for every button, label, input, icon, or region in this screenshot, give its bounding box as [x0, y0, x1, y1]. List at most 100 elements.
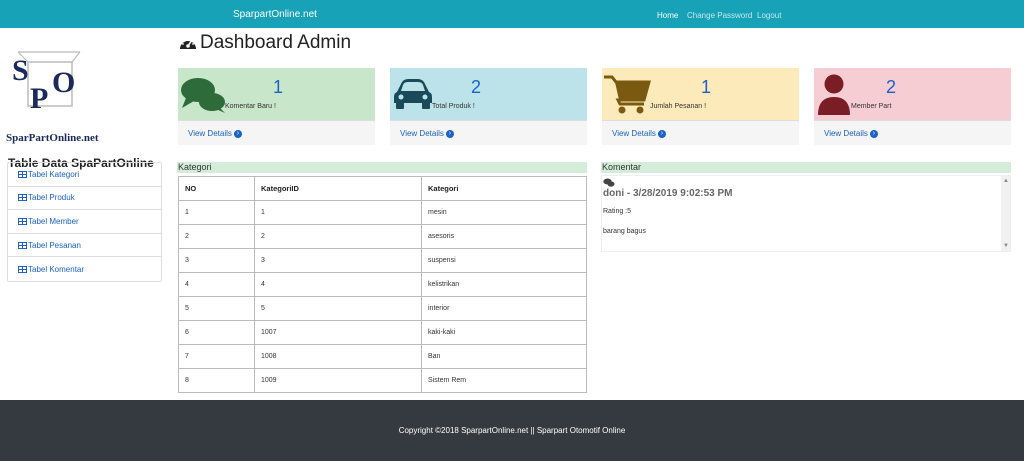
view-details-link[interactable]: View Details › [824, 129, 878, 138]
sidebar-item-label: Tabel Komentar [28, 264, 85, 274]
card-top: 1 Komentar Baru ! [178, 68, 375, 120]
komentar-panel: doni - 3/28/2019 9:02:53 PM Rating :5 ba… [601, 175, 1011, 252]
navbar-brand[interactable]: SparpartOnline.net [233, 9, 317, 20]
card-member: 2 Member Part View Details › [814, 68, 1011, 145]
arrow-circle-right-icon: › [445, 129, 454, 138]
table-icon [18, 241, 27, 249]
card-top: 2 Member Part [814, 68, 1011, 120]
page-title: Dashboard Admin [178, 32, 351, 54]
card-komentar: 1 Komentar Baru ! View Details › [178, 68, 375, 145]
car-icon [394, 79, 432, 109]
table-row: 7 1008 Ban [178, 344, 587, 369]
table-cell: 4 [178, 272, 255, 297]
card-pesanan: 1 Jumlah Pesanan ! View Details › [602, 68, 799, 145]
page-title-text: Dashboard Admin [200, 32, 352, 53]
card-count: 1 [701, 77, 712, 97]
table-cell: 6 [178, 320, 255, 345]
logo-letter-p: P [30, 82, 48, 115]
nav-logout[interactable]: Logout [757, 11, 781, 20]
comments-icon [603, 178, 615, 187]
comment-rating: Rating :5 [603, 208, 632, 215]
arrow-circle-right-icon: › [233, 129, 242, 138]
sidebar-item-komentar[interactable]: Tabel Komentar [8, 257, 161, 281]
table-cell: 8 [178, 368, 255, 393]
table-row: 4 4 kelistrikan [178, 272, 587, 297]
table-cell: 5 [254, 296, 422, 321]
sidebar-item-label: Tabel Kategori [28, 169, 80, 179]
sidebar-item-kategori[interactable]: Tabel Kategori [8, 163, 161, 187]
card-label: Member Part [851, 103, 892, 110]
table-cell: 4 [254, 272, 422, 297]
nav-change-password[interactable]: Change Password [687, 11, 752, 20]
table-cell: Sistem Rem [421, 368, 587, 393]
comment-author: doni - 3/28/2019 9:02:53 PM [603, 188, 733, 199]
table-cell: mesin [421, 200, 587, 225]
table-icon [18, 170, 27, 178]
table-icon [18, 217, 27, 225]
table-row: 6 1007 kaki-kaki [178, 320, 587, 345]
view-details-link[interactable]: View Details › [612, 129, 666, 138]
table-icon [18, 194, 27, 202]
logo-text: SparPartOnline.net [6, 132, 99, 144]
card-footer: View Details › [814, 120, 1011, 145]
dashboard-gauge-icon [180, 39, 196, 49]
table-cell: 1 [254, 200, 422, 225]
table-cell: 1009 [254, 368, 422, 393]
table-icon [18, 265, 27, 273]
table-cell: kelistrikan [421, 272, 587, 297]
card-label: Total Produk ! [432, 103, 475, 110]
logo-letter-o: O [52, 66, 75, 99]
kategori-heading: Kategori [177, 162, 587, 173]
table-cell: interior [421, 296, 587, 321]
table-cell: 2 [254, 224, 422, 249]
table-cell: 5 [178, 296, 255, 321]
scroll-up-arrow-icon[interactable]: ▲ [1003, 178, 1009, 184]
top-navbar: SparpartOnline.net Home Change Password … [0, 0, 1024, 28]
sidebar-item-pesanan[interactable]: Tabel Pesanan [8, 234, 161, 258]
card-top: 1 Jumlah Pesanan ! [602, 68, 799, 120]
nav-home[interactable]: Home [657, 11, 678, 20]
card-footer: View Details › [390, 120, 587, 145]
column-header: KategoriID [254, 176, 422, 201]
table-cell: 1 [178, 200, 255, 225]
kategori-table: NO KategoriID Kategori 1 1 mesin 2 2 asesori… [178, 176, 587, 393]
footer: Copyright ©2018 SparpartOnline.net || Sp… [0, 400, 1024, 461]
sidebar-item-label: Tabel Produk [28, 193, 75, 203]
user-icon [818, 74, 850, 115]
view-details-link[interactable]: View Details › [400, 129, 454, 138]
table-row: 5 5 interior [178, 296, 587, 321]
comment-scrollbar[interactable]: ▲ ▼ [1001, 176, 1010, 251]
comment-text: barang bagus [603, 228, 646, 235]
table-row: 2 2 asesoris [178, 224, 587, 249]
sidebar-item-member[interactable]: Tabel Member [8, 210, 161, 234]
table-cell: kaki-kaki [421, 320, 587, 345]
shopping-cart-icon [604, 75, 651, 114]
card-top: 2 Total Produk ! [390, 68, 587, 120]
arrow-circle-right-icon: › [869, 129, 878, 138]
table-cell: 1008 [254, 344, 422, 369]
view-details-link[interactable]: View Details › [188, 129, 242, 138]
column-header: NO [178, 176, 255, 201]
sidebar-item-produk[interactable]: Tabel Produk [8, 187, 161, 211]
table-cell: 7 [178, 344, 255, 369]
card-produk: 2 Total Produk ! View Details › [390, 68, 587, 145]
table-row: 1 1 mesin [178, 200, 587, 225]
table-header-row: NO KategoriID Kategori [178, 176, 587, 201]
footer-copyright: Copyright ©2018 SparpartOnline.net || Sp… [398, 426, 626, 435]
arrow-circle-right-icon: › [657, 129, 666, 138]
card-label: Jumlah Pesanan ! [650, 103, 707, 110]
table-cell: 2 [178, 224, 255, 249]
table-cell: suspensi [421, 248, 587, 273]
table-row: 3 3 suspensi [178, 248, 587, 273]
scroll-down-arrow-icon[interactable]: ▼ [1003, 243, 1009, 249]
table-cell: 1007 [254, 320, 422, 345]
card-count: 2 [886, 77, 897, 97]
card-label: Komentar Baru ! [225, 103, 276, 110]
sidebar-item-label: Tabel Pesanan [28, 240, 81, 250]
table-cell: 3 [254, 248, 422, 273]
logo-letter-s: S [12, 54, 29, 87]
table-cell: Ban [421, 344, 587, 369]
card-count: 2 [471, 77, 482, 97]
table-cell: 3 [178, 248, 255, 273]
column-header: Kategori [421, 176, 587, 201]
